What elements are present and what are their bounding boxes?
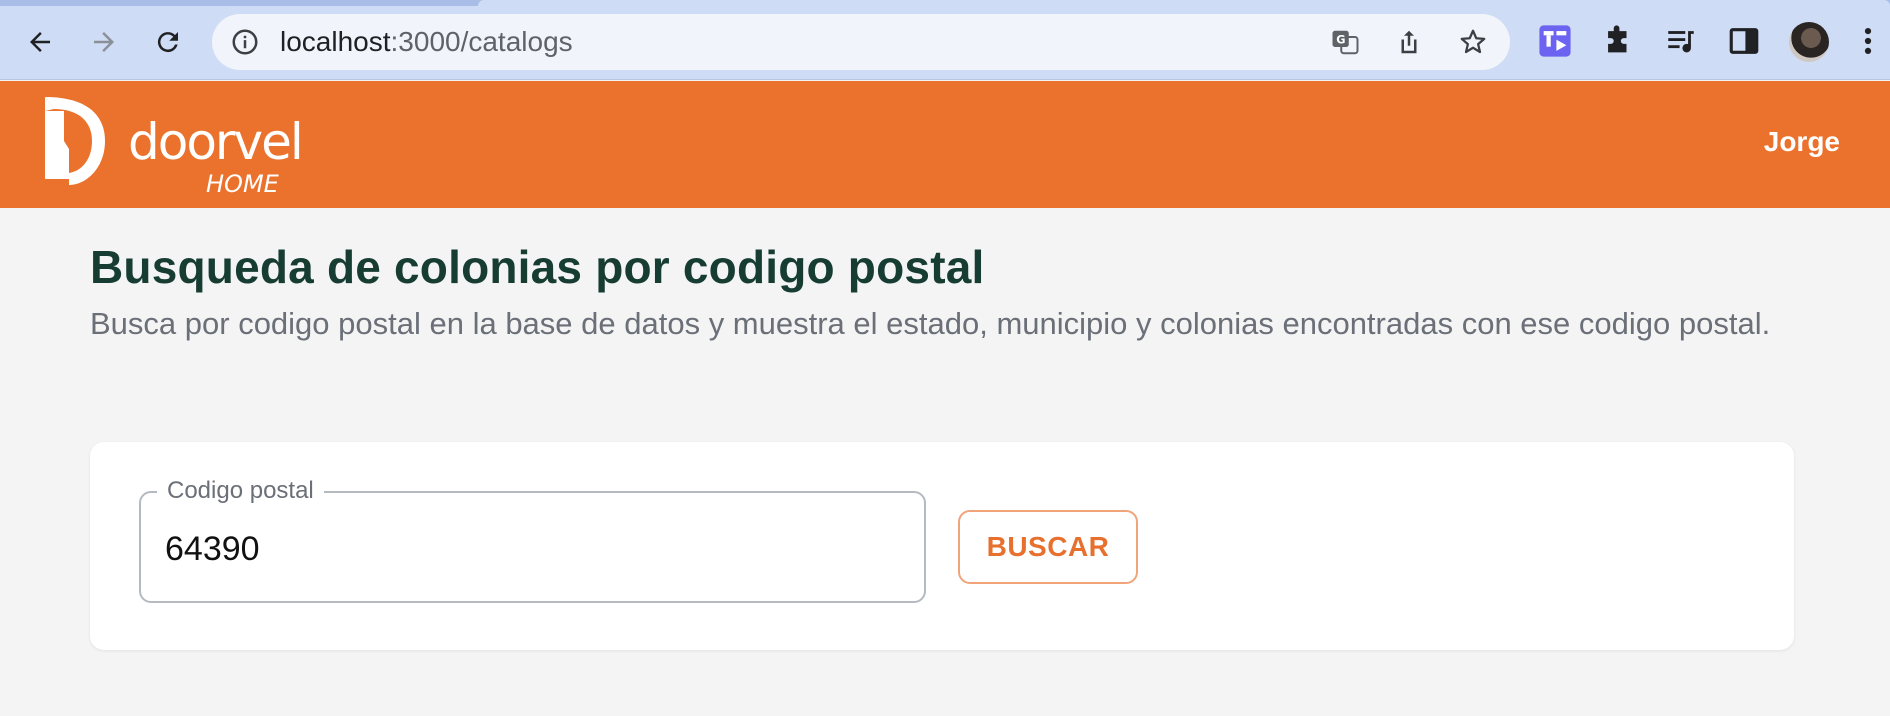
page-title: Busqueda de colonias por codigo postal <box>90 241 985 293</box>
back-button[interactable] <box>16 18 64 66</box>
back-icon <box>30 32 50 52</box>
svg-text:G: G <box>1336 33 1345 46</box>
reload-icon <box>157 32 178 53</box>
more-menu-icon[interactable] <box>1858 24 1878 58</box>
media-queue-icon[interactable] <box>1664 24 1698 58</box>
forward-icon <box>94 32 114 52</box>
url-path: :3000/catalogs <box>390 26 573 57</box>
reload-button[interactable] <box>144 18 192 66</box>
info-icon[interactable] <box>230 27 260 57</box>
user-name[interactable]: Jorge <box>1764 126 1840 158</box>
postal-code-label: Codigo postal <box>157 476 324 506</box>
postal-code-input[interactable]: 64390 <box>165 529 260 569</box>
bookmark-star-icon[interactable] <box>1458 27 1488 57</box>
search-button[interactable]: BUSCAR <box>958 510 1138 584</box>
forward-button[interactable] <box>80 18 128 66</box>
browser-chrome: localhost:3000/catalogs G <box>0 0 1890 80</box>
url-host: localhost <box>280 26 391 57</box>
address-bar[interactable]: localhost:3000/catalogs G <box>212 14 1510 70</box>
svg-text:HOME: HOME <box>206 170 280 198</box>
search-card: Codigo postal 64390 BUSCAR <box>90 442 1794 650</box>
postal-code-field[interactable]: Codigo postal 64390 <box>139 476 926 603</box>
url-text[interactable]: localhost:3000/catalogs <box>280 27 573 57</box>
tab-strip <box>0 0 1890 6</box>
app-header: doorvel HOME Jorge <box>0 81 1890 208</box>
extension-icon[interactable] <box>1538 24 1572 58</box>
svg-text:doorvel: doorvel <box>128 113 302 171</box>
active-tab[interactable] <box>478 0 1890 6</box>
side-panel-icon[interactable] <box>1727 24 1761 58</box>
share-icon[interactable] <box>1394 27 1424 57</box>
avatar[interactable] <box>1789 22 1829 62</box>
page-description: Busca por codigo postal en la base de da… <box>90 306 1771 341</box>
translate-icon[interactable]: G <box>1330 27 1360 57</box>
doorvel-logo[interactable]: doorvel HOME <box>42 93 302 198</box>
puzzle-icon[interactable] <box>1601 24 1635 58</box>
